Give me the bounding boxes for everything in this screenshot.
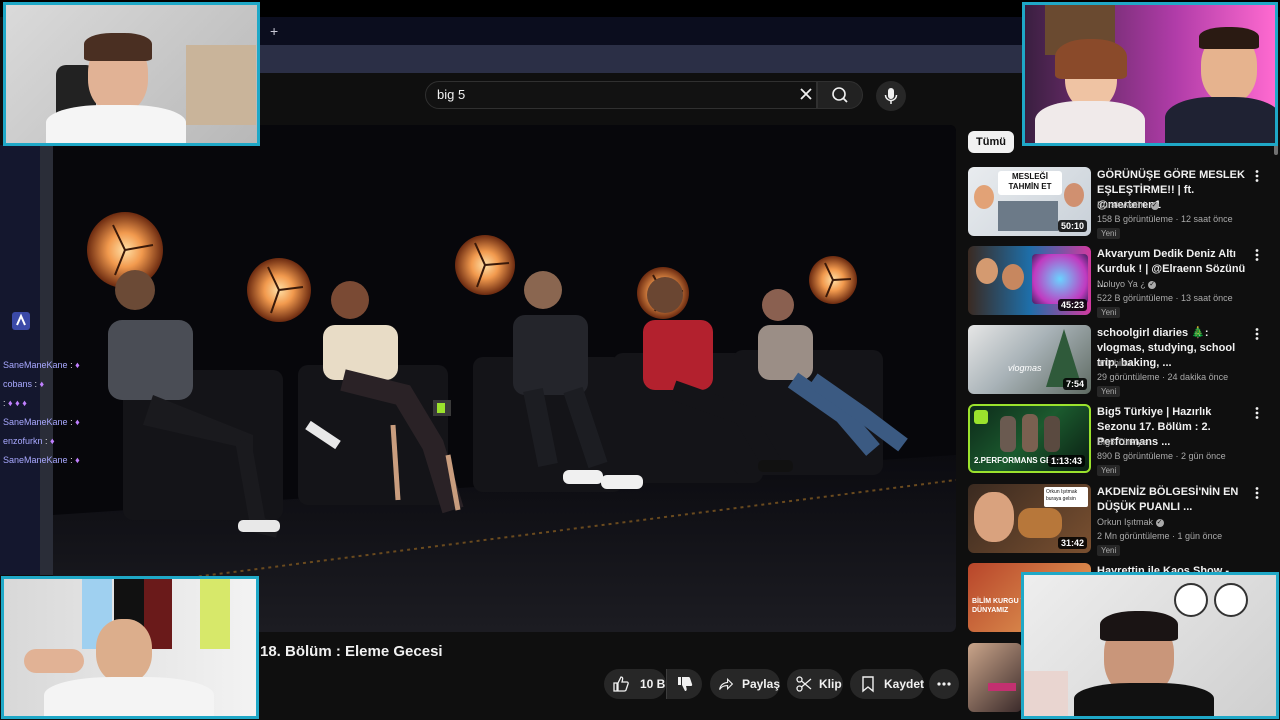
chat-message: SaneManeKane : ♦ — [3, 455, 80, 465]
webcam-bottom-right — [1021, 572, 1279, 719]
thumbnail-text: MESLEĞİ TAHMİN ET — [1008, 172, 1052, 191]
search-icon — [832, 87, 848, 103]
video-meta: 29 görüntüleme · 24 dakika önce — [1097, 372, 1229, 382]
channel-name[interactable]: Noluyo Ya ¿ ✓ — [1097, 279, 1157, 289]
new-badge: Yeni — [1097, 386, 1121, 397]
share-label: Paylaş — [741, 677, 780, 691]
bookmark-icon — [862, 676, 874, 693]
clip-button[interactable]: Klip — [787, 669, 843, 699]
filter-chip-all[interactable]: Tümü — [968, 131, 1014, 153]
video-meta: 890 B görüntüleme · 2 gün önce — [1097, 451, 1226, 461]
webcam-top-left — [3, 2, 260, 146]
chat-message: enzofurkn : ♦ — [3, 436, 55, 446]
thumbnail-text: vlogmas — [1008, 363, 1042, 373]
more-vertical-icon[interactable] — [1252, 248, 1262, 262]
video-duration: 50:10 — [1057, 220, 1087, 232]
new-badge: Yeni — [1097, 465, 1121, 476]
new-badge: Yeni — [1097, 545, 1121, 556]
microphone-icon — [884, 88, 898, 104]
like-button[interactable]: 10 B — [604, 669, 666, 699]
stage-lamp — [247, 258, 311, 322]
new-badge: Yeni — [1097, 307, 1121, 318]
chat-message: : ♦ ♦ ♦ — [3, 398, 27, 408]
thumbs-up-icon — [613, 676, 629, 692]
video-title: 18. Bölüm : Eleme Gecesi — [260, 643, 443, 660]
recommended-video[interactable]: vlogmas 7:54 schoolgirl diaries 🎄: vlogm… — [968, 325, 1268, 397]
save-label: Kaydet — [883, 677, 924, 691]
big5-logo-icon — [974, 410, 988, 424]
video-thumbnail[interactable]: MESLEĞİ TAHMİN ET 50:10 — [968, 167, 1091, 236]
video-title[interactable]: AKDENİZ BÖLGESİ'NİN EN DÜŞÜK PUANLI ... — [1097, 485, 1247, 515]
thumbnail-text: Orkun Işıtmak buraya gelsin — [1044, 487, 1088, 507]
recommended-video[interactable]: 2.PERFORMANS GECE 1:13:43 Big5 Türkiye |… — [968, 404, 1268, 476]
chat-message: cobans : ♦ — [3, 379, 45, 389]
search-input[interactable]: big 5 — [437, 87, 465, 102]
webcam-bottom-left — [1, 576, 259, 719]
recommended-video[interactable]: MESLEĞİ TAHMİN ET 50:10 GÖRÜNÜŞE GÖRE ME… — [968, 167, 1268, 239]
new-badge: Yeni — [1097, 228, 1121, 239]
more-vertical-icon[interactable] — [1252, 486, 1262, 500]
video-frame — [53, 125, 956, 632]
emote-icon: ♦ — [75, 360, 80, 370]
channel-name[interactable]: Orkun Işıtmak ✓ — [1097, 517, 1164, 527]
emote-icon: ♦ — [39, 379, 45, 389]
chat-message: SaneManeKane : ♦ — [3, 360, 80, 370]
video-meta: 158 B görüntüleme · 12 saat önce — [1097, 214, 1233, 224]
emote-icon: ♦ — [75, 417, 80, 427]
verified-icon: ✓ — [1155, 518, 1164, 527]
channel-name[interactable]: Big5 Türkiye — [1097, 437, 1147, 447]
video-meta: 2 Mn görüntüleme · 1 gün önce — [1097, 531, 1223, 541]
emote-icon: ♦ — [50, 436, 55, 446]
search-button[interactable] — [817, 81, 863, 109]
chat-message: SaneManeKane : ♦ — [3, 417, 80, 427]
video-meta: 522 B görüntüleme · 13 saat önce — [1097, 293, 1233, 303]
clip-label: Klip — [819, 677, 842, 691]
channel-name[interactable]: m0chiuu — [1097, 358, 1131, 368]
video-thumbnail[interactable] — [968, 643, 1022, 712]
video-duration: 1:13:43 — [1047, 455, 1085, 467]
stage-lamp — [809, 256, 857, 304]
video-duration: 7:54 — [1062, 378, 1087, 390]
search-input-box[interactable] — [425, 81, 817, 109]
side-panel-edge — [40, 123, 53, 575]
video-thumbnail[interactable]: vlogmas 7:54 — [968, 325, 1091, 394]
channel-name[interactable]: Burak Aktürk ✓ — [1097, 200, 1159, 210]
voice-search-button[interactable] — [876, 81, 906, 111]
video-duration: 31:42 — [1057, 537, 1087, 549]
webcam-top-right — [1022, 2, 1278, 146]
browser-tab-strip — [260, 17, 1022, 45]
emote-icon: ♦ — [75, 455, 80, 465]
scissors-icon — [796, 676, 812, 692]
verified-icon: ✓ — [1148, 280, 1157, 289]
video-thumbnail[interactable]: Orkun Işıtmak buraya gelsin 31:42 — [968, 484, 1091, 553]
more-vertical-icon[interactable] — [1252, 406, 1262, 420]
verified-icon: ✓ — [1150, 201, 1159, 210]
video-duration: 45:23 — [1057, 299, 1087, 311]
more-horizontal-icon — [937, 682, 951, 686]
app-icon[interactable] — [12, 312, 30, 330]
browser-address-bar[interactable] — [260, 45, 1022, 73]
dislike-button[interactable] — [666, 669, 702, 699]
like-count: 10 B — [640, 677, 666, 691]
arrow-app-icon — [16, 313, 26, 326]
share-icon — [719, 677, 734, 691]
video-player[interactable] — [53, 125, 956, 632]
video-thumbnail[interactable]: 2.PERFORMANS GECE 1:13:43 — [968, 404, 1091, 473]
more-vertical-icon[interactable] — [1252, 327, 1262, 341]
new-tab-button[interactable]: + — [270, 22, 278, 40]
thumbs-down-icon — [678, 677, 693, 691]
recommended-video[interactable]: Orkun Işıtmak buraya gelsin 31:42 AKDENİ… — [968, 484, 1268, 556]
save-button[interactable]: Kaydet — [850, 669, 924, 699]
more-actions-button[interactable] — [929, 669, 959, 699]
more-vertical-icon[interactable] — [1252, 169, 1262, 183]
share-button[interactable]: Paylaş — [710, 669, 780, 699]
stage-lamp — [455, 235, 515, 295]
video-thumbnail[interactable]: 45:23 — [968, 246, 1091, 315]
recommended-video[interactable]: 45:23 Akvaryum Dedik Deniz Altı Kurduk !… — [968, 246, 1268, 318]
emote-icon: ♦ ♦ ♦ — [8, 398, 27, 408]
clear-search-icon[interactable] — [798, 86, 814, 102]
